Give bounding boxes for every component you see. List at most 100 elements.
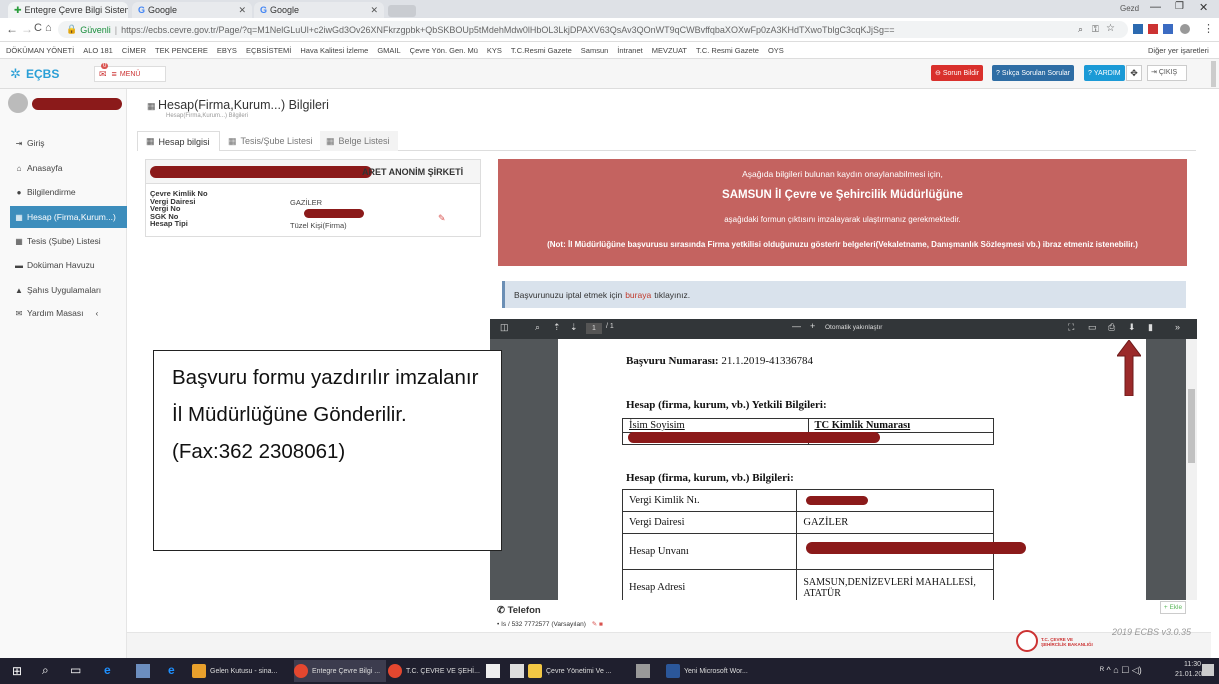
windows-start-icon[interactable]: ⊞ xyxy=(12,664,22,678)
fullscreen-icon[interactable]: ✥ xyxy=(1126,65,1142,81)
bookmark[interactable]: Çevre Yön. Gen. Mü xyxy=(410,46,478,55)
sidebar-item-yardim[interactable]: ✉ Yardım Masası ‹ xyxy=(0,302,127,324)
reload-icon[interactable]: C xyxy=(34,22,42,34)
sidebar-item-sahis[interactable]: ▲ Şahıs Uygulamaları xyxy=(0,279,127,301)
faq-button[interactable]: ? Sıkça Sorulan Sorular xyxy=(992,65,1074,81)
extension-icon[interactable] xyxy=(1163,24,1173,34)
bookmark[interactable]: OYS xyxy=(768,46,784,55)
zoom-icon[interactable]: ⌕ xyxy=(1078,24,1083,35)
bookmark[interactable]: GMAIL xyxy=(377,46,400,55)
search-icon[interactable]: ⌕ xyxy=(535,322,540,333)
star-icon[interactable]: ☆ xyxy=(1106,23,1115,34)
page-number-input[interactable]: 1 xyxy=(586,323,602,334)
menu-dots-icon[interactable]: ⋮ xyxy=(1203,22,1214,35)
help-button[interactable]: ? YARDIM xyxy=(1084,65,1125,81)
ie-icon[interactable]: e xyxy=(168,663,175,677)
report-issue-button[interactable]: ⊖ Sorun Bildir xyxy=(931,65,984,81)
notification-center-icon[interactable] xyxy=(1202,664,1214,676)
cancel-link[interactable]: buraya xyxy=(625,290,651,300)
maximize-icon[interactable]: ❐ xyxy=(1175,1,1184,12)
building-icon: ▦ xyxy=(15,212,23,222)
browser-tab-active[interactable]: ✚ Entegre Çevre Bilgi Sistem ✕ xyxy=(8,2,128,18)
pdf-toolbar: ◫ ⌕ ⇡ ⇣ 1 / 1 — + Otomatik yakınlaştır ⛶… xyxy=(490,319,1197,339)
app-icon[interactable] xyxy=(636,664,650,678)
sidebar-item-dokuman[interactable]: ▬ Doküman Havuzu xyxy=(0,254,127,276)
sidebar-item-hesap[interactable]: ▦ Hesap (Firma,Kurum...) xyxy=(10,206,127,228)
extension-icon[interactable] xyxy=(1180,24,1190,34)
edit-icon[interactable]: ✎ xyxy=(592,621,597,628)
logout-icon: ⇥ xyxy=(1151,69,1157,76)
store-icon[interactable] xyxy=(486,664,500,678)
forward-icon[interactable]: → xyxy=(21,22,33,36)
bookmark[interactable]: ALO 181 xyxy=(83,46,113,55)
bookmark-icon[interactable]: ▮ xyxy=(1148,322,1153,333)
building-icon: ▦ xyxy=(147,101,156,111)
sidebar-item-tesis[interactable]: ▦ Tesis (Şube) Listesi xyxy=(0,230,127,252)
bookmark[interactable]: Samsun xyxy=(581,46,609,55)
bookmark[interactable]: İntranet xyxy=(617,46,642,55)
edge-icon[interactable]: e xyxy=(104,663,111,677)
app-icon[interactable] xyxy=(136,664,150,678)
bookmark[interactable]: EÇBSİSTEMİ xyxy=(246,46,291,55)
download-icon[interactable]: ⬇ xyxy=(1128,322,1136,333)
taskbar-chrome-1[interactable]: Entegre Çevre Bilgi ... xyxy=(294,660,386,682)
home-icon[interactable]: ⌂ xyxy=(45,22,52,34)
bookmark[interactable]: Hava Kalitesi İzleme xyxy=(300,46,368,55)
search-icon[interactable]: ⌕ xyxy=(42,663,49,678)
zoom-select[interactable]: Otomatik yakınlaştır xyxy=(825,324,882,331)
bookmark[interactable]: T.C.Resmi Gazete xyxy=(511,46,572,55)
presentation-icon[interactable]: ⛶ xyxy=(1068,322,1074,333)
menu-button[interactable]: ✉ 0 ≡ MENÜ xyxy=(94,63,166,82)
bookmark[interactable]: EBYS xyxy=(217,46,237,55)
zoom-out-icon[interactable]: — xyxy=(792,321,801,331)
bookmark[interactable]: MEVZUAT xyxy=(652,46,687,55)
url-field[interactable]: 🔒 Güvenli | https://ecbs.cevre.gov.tr/Pa… xyxy=(58,21,1128,38)
bookmark[interactable]: T.C. Resmi Gazete xyxy=(696,46,759,55)
sidebar-item-giris[interactable]: ⇥ Giriş xyxy=(0,132,127,154)
zoom-in-icon[interactable]: + xyxy=(810,321,815,331)
open-file-icon[interactable]: ▭ xyxy=(1088,322,1097,333)
close-window-icon[interactable]: ✕ xyxy=(1199,1,1208,14)
key-icon[interactable]: ⚿ xyxy=(1092,24,1099,35)
tab-belge-listesi[interactable]: ▦ Belge Listesi xyxy=(320,131,398,151)
sidebar-toggle-icon[interactable]: ◫ xyxy=(500,322,509,333)
tools-icon[interactable]: » xyxy=(1175,322,1180,332)
delete-icon[interactable]: ■ xyxy=(599,621,603,628)
bookmark[interactable]: DÖKÜMAN YÖNETİ xyxy=(6,46,74,55)
extension-icon[interactable] xyxy=(1148,24,1158,34)
taskbar-explorer[interactable]: Çevre Yönetimi Ve ... xyxy=(528,660,624,682)
prev-page-icon[interactable]: ⇡ xyxy=(553,322,561,333)
app-logo[interactable]: EÇBS xyxy=(26,67,59,81)
taskbar-outlook[interactable]: Gelen Kutusu - sina... xyxy=(192,660,290,682)
print-icon[interactable]: ⎙ xyxy=(1108,322,1115,333)
logout-button[interactable]: ⇥ ÇIKIŞ xyxy=(1147,65,1187,81)
taskbar-word[interactable]: Yeni Microsoft Wor... xyxy=(666,660,764,682)
pdf-scrollbar[interactable] xyxy=(1186,339,1197,600)
bookmark[interactable]: KYS xyxy=(487,46,502,55)
close-tab-icon[interactable]: ✕ xyxy=(370,5,378,16)
new-tab-button[interactable] xyxy=(388,5,416,17)
tab-hesap-bilgisi[interactable]: ▦ Hesap bilgisi xyxy=(137,131,220,151)
back-icon[interactable]: ← xyxy=(6,22,18,36)
bookmark[interactable]: CİMER xyxy=(122,46,146,55)
bookmark[interactable]: TEK PENCERE xyxy=(155,46,208,55)
next-page-icon[interactable]: ⇣ xyxy=(570,322,578,333)
task-view-icon[interactable]: ▭ xyxy=(70,663,81,677)
minimize-icon[interactable]: — xyxy=(1150,1,1161,13)
sidebar-item-bilgilendirme[interactable]: ● Bilgilendirme xyxy=(0,181,127,203)
browser-tab-google-1[interactable]: G Google ✕ xyxy=(132,2,252,18)
scrollbar[interactable] xyxy=(1211,61,1216,87)
add-phone-button[interactable]: + Ekle xyxy=(1160,601,1186,614)
sidebar-item-anasayfa[interactable]: ⌂ Anasayfa xyxy=(0,157,127,179)
tab-tesis-sube[interactable]: ▦ Tesis/Şube Listesi xyxy=(222,131,318,151)
extension-icon[interactable] xyxy=(1133,24,1143,34)
close-tab-icon[interactable]: ✕ xyxy=(238,5,246,16)
edit-icon[interactable]: ✎ xyxy=(438,213,446,224)
tray-icons[interactable]: ᴿ ^ ⌂ ☐ ◁) xyxy=(1100,665,1142,676)
scrollbar-thumb[interactable] xyxy=(1188,389,1195,463)
browser-tab-google-2[interactable]: G Google ✕ xyxy=(254,2,384,18)
taskbar-chrome-2[interactable]: T.C. ÇEVRE VE ŞEHİ... xyxy=(388,660,480,682)
mail-icon[interactable] xyxy=(510,664,524,678)
company-name: ARET ANONİM ŞİRKETİ xyxy=(362,167,464,177)
other-bookmarks[interactable]: Diğer yer işaretleri xyxy=(1148,46,1209,55)
